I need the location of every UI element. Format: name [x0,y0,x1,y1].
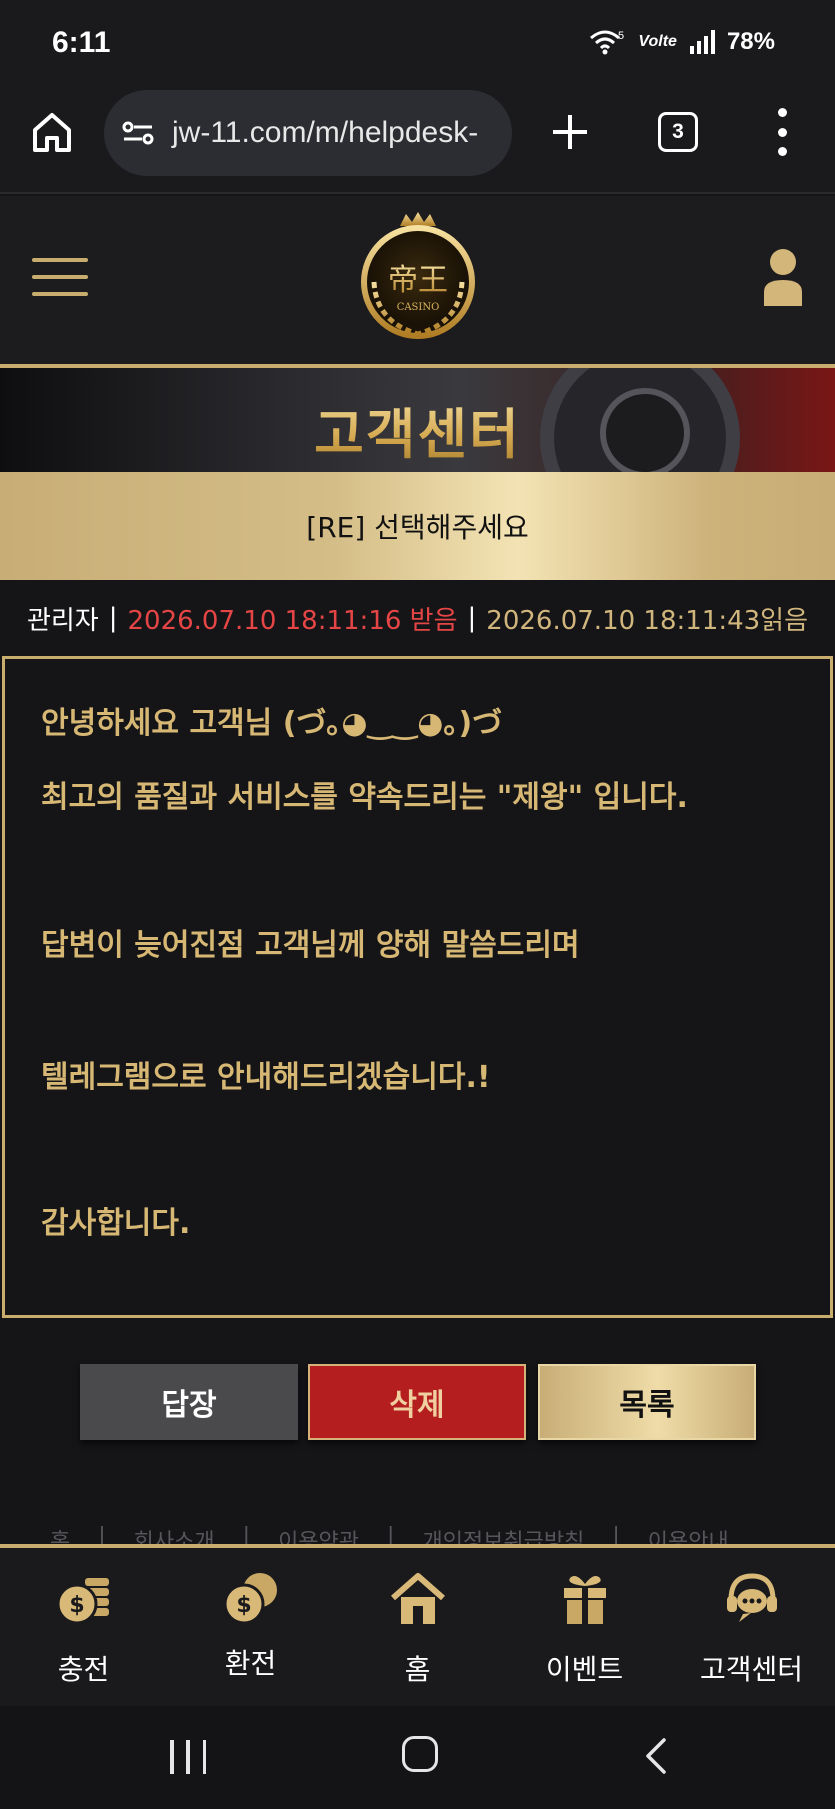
status-bar: 6:11 5 Volte 78% [0,0,835,90]
network-type: Volte [638,33,677,50]
meta-separator: | [108,603,118,633]
site-header: 帝王 CASINO [0,196,835,364]
svg-text:$: $ [236,1593,251,1618]
footer-separator: | [612,1524,620,1544]
list-button[interactable]: 목록 [538,1364,756,1440]
status-time: 6:11 [52,26,111,59]
footer-link-privacy[interactable]: 개인정보취급방침 [422,1524,584,1544]
hamburger-menu-icon[interactable] [32,258,88,296]
wifi-badge: 5 [618,30,624,42]
post-body-line: 답변이 늦어진점 고객님께 양해 말씀드리며 [41,928,580,963]
footer-link-terms[interactable]: 이용약관 [278,1524,359,1544]
logo-subtext: CASINO [397,302,440,313]
user-account-icon[interactable] [762,248,804,306]
wifi-icon: 5 [590,30,625,55]
nav-label: 홈 [404,1653,431,1686]
nav-label: 이벤트 [545,1653,624,1686]
nav-support[interactable]: 고객센터 [668,1548,835,1706]
svg-text:$: $ [69,1593,84,1618]
signal-icon [689,30,715,54]
tab-switcher-button[interactable]: 3 [658,112,698,152]
nav-label: 충전 [57,1653,110,1686]
status-icons: 5 Volte 78% [588,28,775,56]
nav-label: 환전 [224,1647,277,1680]
footer-link-guide[interactable]: 이용안내 [648,1524,729,1544]
footer-separator: | [98,1524,106,1544]
post-read-time: 2026.07.10 18:11:43읽음 [486,605,809,636]
nav-deposit[interactable]: $ 충전 [0,1548,167,1706]
nav-exchange[interactable]: $ 환전 [167,1548,334,1706]
site-settings-icon[interactable] [122,120,154,146]
post-body-line: 감사합니다. [41,1206,191,1241]
system-home-icon[interactable] [402,1736,438,1772]
battery-level: 78% [726,28,775,55]
back-icon[interactable] [640,1736,672,1776]
url-text: jw-11.com/m/helpdesk- [172,116,479,149]
browser-menu-icon[interactable] [770,108,794,156]
address-bar[interactable]: jw-11.com/m/helpdesk- [104,90,512,176]
logo-text: 帝王 [388,263,448,298]
footer-separator: | [242,1524,251,1544]
post-body: 안녕하세요 고객님 (づ｡◕‿‿◕｡)づ 최고의 품질과 서비스를 약속드리는 … [2,656,833,1318]
post-meta: 관리자 | 2026.07.10 18:11:16 받음 | 2026.07.1… [0,580,835,656]
post-received-time: 2026.07.10 18:11:16 받음 [127,605,458,636]
footer-separator: | [387,1524,395,1544]
reply-button[interactable]: 답장 [80,1364,298,1440]
post-body-line: 최고의 품질과 서비스를 약속드리는 "제왕" 입니다. [41,780,688,815]
bottom-navigation: $ 충전 $ 환전 홈 이벤트 고객센터 [0,1544,835,1706]
footer-link-about[interactable]: 회사소개 [134,1524,215,1544]
nav-label: 고객센터 [699,1653,804,1686]
recent-apps-icon[interactable] [170,1740,206,1774]
browser-home-icon[interactable] [30,110,74,154]
home-icon [391,1573,445,1624]
page-title: 고객센터 [0,390,835,469]
footer-links: 홈 | 회사소개 | 이용약관 | 개인정보취급방침 | 이용안내 [0,1518,835,1544]
meta-separator: | [467,603,477,633]
delete-button[interactable]: 삭제 [308,1364,526,1440]
browser-toolbar: jw-11.com/m/helpdesk- 3 [0,90,835,194]
new-tab-icon[interactable] [548,110,592,154]
post-body-line: 안녕하세요 고객님 (づ｡◕‿‿◕｡)づ [41,706,503,741]
exchange-coins-icon: $ [223,1573,277,1625]
post-actions: 답장 삭제 목록 [0,1364,835,1440]
post-body-line: 텔레그램으로 안내해드리겠습니다.! [41,1060,491,1095]
page-banner: 고객센터 [0,368,835,472]
nav-event[interactable]: 이벤트 [501,1548,668,1706]
post-subject: [RE] 선택해주세요 [306,511,529,544]
gift-icon [564,1576,606,1624]
nav-home[interactable]: 홈 [334,1548,501,1706]
post-subject-bar: [RE] 선택해주세요 [0,472,835,580]
system-navigation-bar [0,1706,835,1809]
post-author: 관리자 [26,605,99,636]
support-headset-icon [727,1573,777,1622]
footer-link-home[interactable]: 홈 [50,1524,70,1544]
casino-logo[interactable]: 帝王 CASINO [356,210,480,346]
deposit-coins-icon: $ [56,1578,109,1625]
